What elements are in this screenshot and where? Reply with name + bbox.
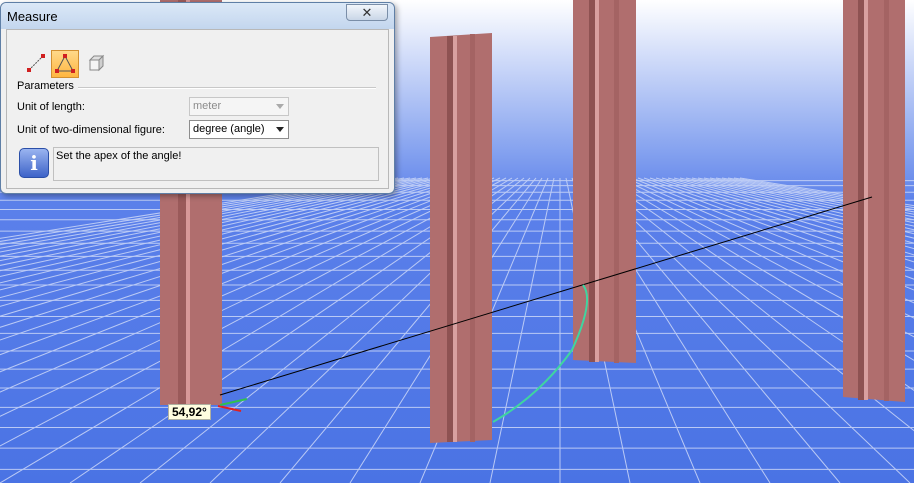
chevron-down-icon	[276, 127, 284, 132]
steel-column-4	[843, 0, 905, 402]
info-message: Set the apex of the angle!	[53, 147, 379, 181]
angle-measurement-label: 54,92°	[168, 404, 211, 420]
dialog-titlebar[interactable]: Measure ✕	[1, 3, 394, 29]
distance-icon	[27, 54, 45, 72]
close-button[interactable]: ✕	[346, 4, 388, 21]
measure-dialog: Measure ✕ Parameters Unit of length: met…	[0, 2, 395, 194]
info-icon: i	[19, 148, 49, 178]
parameters-divider	[77, 87, 376, 89]
distance-tool-button[interactable]	[23, 50, 51, 78]
unit-length-select: meter	[189, 97, 289, 116]
unit-2d-select[interactable]: degree (angle)	[189, 120, 289, 139]
steel-column-2	[430, 33, 492, 443]
steel-column-3	[573, 0, 636, 363]
unit-length-value: meter	[193, 100, 222, 112]
angle-tool-button[interactable]	[51, 50, 79, 78]
volume-tool-button[interactable]	[83, 50, 111, 78]
dialog-title: Measure	[7, 9, 58, 24]
parameters-group-label: Parameters	[17, 80, 78, 92]
dialog-body: Parameters Unit of length: meter Unit of…	[6, 29, 389, 189]
angle-icon	[55, 54, 75, 73]
unit-2d-value: degree (angle)	[193, 123, 265, 135]
chevron-down-icon	[276, 104, 284, 109]
volume-box-icon	[88, 54, 105, 72]
unit-length-label: Unit of length:	[17, 101, 85, 113]
unit-2d-label: Unit of two-dimensional figure:	[17, 124, 165, 136]
close-icon: ✕	[361, 5, 373, 20]
